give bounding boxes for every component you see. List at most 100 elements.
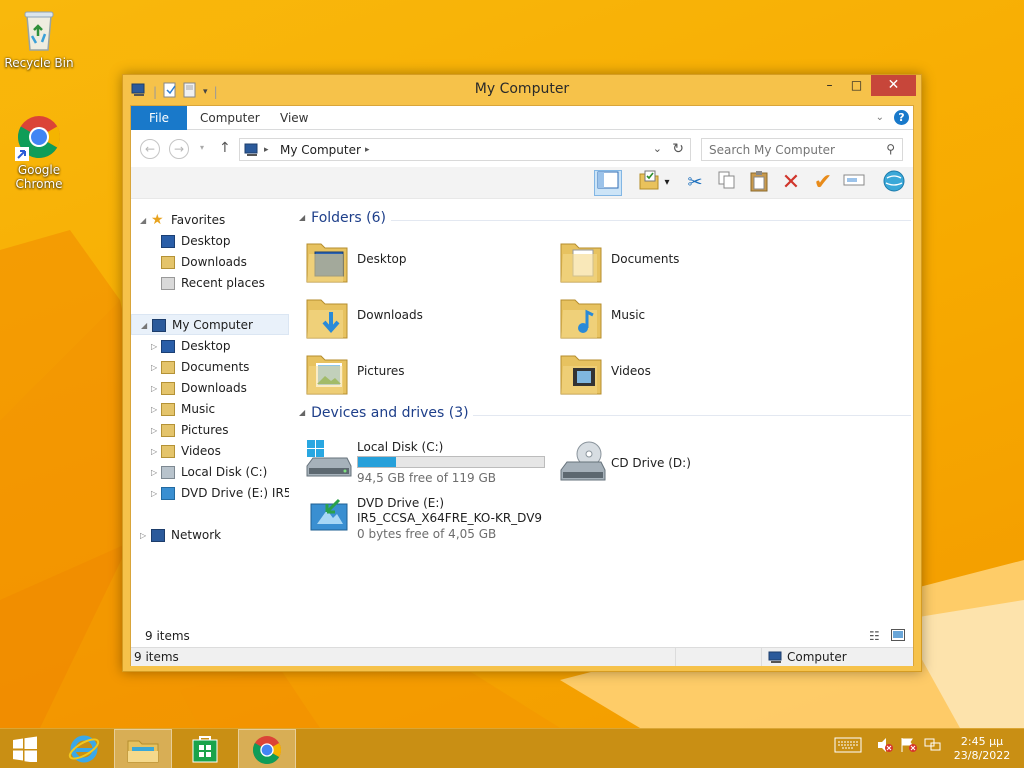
chevron-right-icon[interactable]: ▷ — [151, 357, 157, 378]
taskbar-internet-explorer[interactable] — [55, 729, 113, 768]
divider — [473, 415, 911, 416]
dvd-drive-icon — [161, 487, 175, 500]
nav-item-label: Local Disk (C:) — [181, 465, 268, 479]
chevron-down-icon[interactable]: ◢ — [141, 315, 147, 336]
cut-icon[interactable]: ✂ — [681, 170, 709, 196]
nav-item-recent-places[interactable]: Recent places — [131, 273, 289, 294]
nav-item-network[interactable]: ▷ Network — [131, 525, 289, 546]
tab-computer[interactable]: Computer — [200, 106, 260, 130]
taskbar-clock[interactable]: 2:45 μμ 23/8/2022 — [944, 735, 1020, 763]
tab-file[interactable]: File — [131, 106, 187, 130]
status-item-count: 9 items — [134, 650, 179, 664]
chevron-right-icon[interactable]: ▸ — [365, 145, 370, 155]
nav-item-pc-documents[interactable]: ▷ Documents — [131, 357, 289, 378]
nav-item-favorites[interactable]: ◢ ★ Favorites — [131, 210, 289, 231]
nav-item-pc-dvd-drive[interactable]: ▷ DVD Drive (E:) IR5_C — [131, 483, 289, 504]
action-center-icon[interactable] — [900, 737, 918, 757]
taskbar-file-explorer[interactable] — [114, 729, 172, 768]
drive-item-cd-drive-d[interactable]: CD Drive (D:) — [559, 440, 759, 488]
chevron-right-icon[interactable]: ▸ — [264, 145, 269, 155]
start-button[interactable] — [0, 729, 50, 768]
nav-item-my-computer[interactable]: ◢ My Computer — [131, 314, 289, 335]
nav-item-label: Recent places — [181, 276, 265, 290]
disk-usage-fill — [358, 457, 397, 467]
taskbar-google-chrome[interactable] — [238, 729, 296, 768]
nav-item-pc-local-disk[interactable]: ▷ Local Disk (C:) — [131, 462, 289, 483]
chevron-right-icon[interactable]: ▷ — [151, 336, 157, 357]
chevron-down-icon[interactable]: ◢ — [140, 210, 146, 231]
search-icon[interactable]: ⚲ — [886, 142, 895, 156]
breadcrumb-my-computer[interactable]: My Computer — [280, 143, 361, 157]
desktop-icon-google-chrome[interactable]: Google Chrome — [1, 113, 77, 191]
taskbar-store[interactable] — [176, 729, 234, 768]
chevron-down-icon[interactable]: ◢ — [299, 213, 305, 222]
search-input[interactable] — [709, 139, 879, 160]
chevron-right-icon[interactable]: ▷ — [151, 483, 157, 504]
chevron-right-icon[interactable]: ▷ — [151, 420, 157, 441]
group-header-folders[interactable]: ◢ Folders (6) — [299, 210, 911, 230]
refresh-icon[interactable]: ↻ — [672, 141, 684, 157]
chevron-right-icon[interactable]: ▷ — [151, 462, 157, 483]
drive-volume-label: IR5_CCSA_X64FRE_KO-KR_DV9 — [357, 511, 543, 525]
drive-item-local-disk-c[interactable]: Local Disk (C:) 94,5 GB free of 119 GB — [305, 440, 555, 490]
chevron-right-icon[interactable]: ▷ — [151, 378, 157, 399]
forward-button[interactable]: → — [169, 139, 189, 159]
chevron-right-icon[interactable]: ▷ — [151, 441, 157, 462]
copy-icon[interactable] — [713, 170, 741, 196]
chevron-down-icon[interactable]: ▾ — [660, 170, 674, 196]
music-folder-icon — [161, 403, 175, 416]
volume-muted-icon[interactable] — [876, 737, 894, 757]
desktop-icon-label: Recycle Bin — [4, 56, 74, 70]
chevron-down-icon[interactable]: ◢ — [299, 408, 305, 417]
checkmark-icon[interactable]: ✔ — [809, 170, 837, 196]
group-header-label: Devices and drives (3) — [311, 405, 469, 421]
maximize-button[interactable]: □ — [843, 75, 870, 96]
hard-drive-icon — [161, 466, 175, 479]
item-count: 9 items — [145, 629, 190, 643]
globe-icon[interactable] — [880, 170, 908, 196]
preview-pane-icon[interactable] — [594, 170, 622, 196]
nav-item-fav-downloads[interactable]: Downloads — [131, 252, 289, 273]
divider — [675, 648, 676, 666]
help-icon[interactable]: ? — [894, 110, 909, 125]
drive-name: Local Disk (C:) — [357, 440, 444, 454]
ribbon-tabs: File Computer View ⌄ ? — [131, 106, 913, 130]
recycle-bin-icon — [15, 6, 63, 54]
folder-item-label: Videos — [611, 364, 651, 378]
address-bar[interactable]: ▸ My Computer ▸ ⌄ ↻ — [239, 138, 691, 161]
network-icon[interactable] — [924, 737, 942, 757]
chevron-right-icon[interactable]: ▷ — [140, 525, 146, 546]
tab-view[interactable]: View — [280, 106, 308, 130]
recent-locations-icon[interactable]: ▾ — [200, 143, 204, 152]
details-view-icon[interactable]: ☷ — [869, 629, 880, 643]
rename-icon[interactable] — [840, 170, 868, 196]
chevron-down-icon[interactable]: ⌄ — [653, 142, 662, 155]
touch-keyboard-icon[interactable] — [834, 737, 862, 757]
delete-icon[interactable]: ✕ — [777, 170, 805, 196]
nav-item-fav-desktop[interactable]: Desktop — [131, 231, 289, 252]
clock-time: 2:45 μμ — [960, 735, 1004, 748]
windows-logo-icon — [13, 736, 37, 763]
close-button[interactable]: ✕ — [871, 75, 916, 96]
nav-item-label: Documents — [181, 360, 250, 374]
paste-icon[interactable] — [745, 170, 773, 196]
search-box[interactable]: ⚲ — [701, 138, 903, 161]
select-all-icon[interactable] — [635, 170, 663, 196]
computer-icon — [244, 143, 260, 160]
nav-item-pc-desktop[interactable]: ▷ Desktop — [131, 336, 289, 357]
drive-item-dvd-drive-e[interactable]: DVD Drive (E:) IR5_CCSA_X64FRE_KO-KR_DV9… — [305, 496, 585, 548]
chevron-right-icon[interactable]: ▷ — [151, 399, 157, 420]
nav-item-pc-downloads[interactable]: ▷ Downloads — [131, 378, 289, 399]
nav-item-pc-videos[interactable]: ▷ Videos — [131, 441, 289, 462]
nav-item-pc-music[interactable]: ▷ Music — [131, 399, 289, 420]
minimize-button[interactable]: – — [816, 75, 843, 96]
back-button[interactable]: ← — [140, 139, 160, 159]
nav-item-pc-pictures[interactable]: ▷ Pictures — [131, 420, 289, 441]
large-icons-view-icon[interactable] — [891, 629, 905, 644]
group-header-devices[interactable]: ◢ Devices and drives (3) — [299, 405, 911, 425]
up-button[interactable]: ↑ — [219, 140, 231, 156]
expand-ribbon-icon[interactable]: ⌄ — [876, 112, 884, 123]
title-bar[interactable]: | ▾ | My Computer – □ ✕ — [123, 75, 921, 105]
desktop-icon-recycle-bin[interactable]: Recycle Bin — [1, 6, 77, 70]
status-bar-inner: 9 items ☷ — [131, 626, 913, 646]
